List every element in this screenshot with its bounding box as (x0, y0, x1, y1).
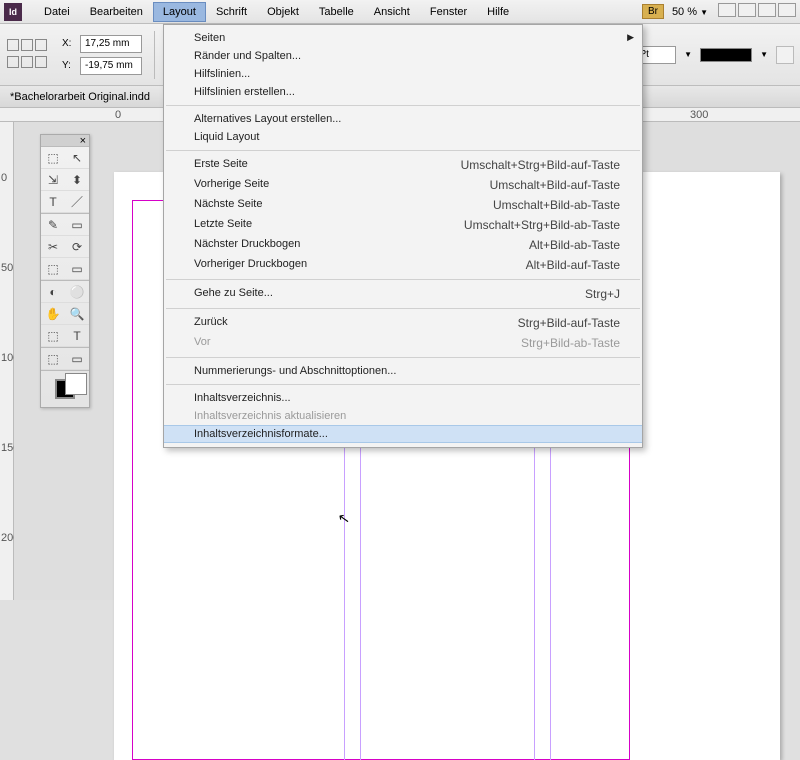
close-icon[interactable]: × (80, 135, 86, 147)
tool-button[interactable]: ▭ (65, 258, 89, 280)
menu-item[interactable]: Hilfslinien erstellen... (164, 83, 642, 101)
misc-icon[interactable] (776, 46, 794, 64)
x-label: X: (62, 38, 76, 49)
menu-item: Inhaltsverzeichnis aktualisieren (164, 407, 642, 425)
menu-item[interactable]: Ränder und Spalten... (164, 47, 642, 65)
menubar: Id DateiBearbeitenLayoutSchriftObjektTab… (0, 0, 800, 24)
x-input[interactable] (80, 35, 142, 53)
tool-button[interactable]: 🔍 (65, 303, 89, 325)
tool-button[interactable]: ⟳ (65, 236, 89, 258)
menu-item[interactable]: Inhaltsverzeichnis... (164, 389, 642, 407)
y-input[interactable] (80, 57, 142, 75)
menu-item[interactable]: Alternatives Layout erstellen... (164, 110, 642, 128)
stroke-style[interactable] (700, 48, 752, 62)
tool-button[interactable]: ✂ (41, 236, 65, 258)
menu-item[interactable]: Vorherige SeiteUmschalt+Bild-auf-Taste (164, 175, 642, 195)
tool-button[interactable]: ↖ (65, 147, 89, 169)
menu-schrift[interactable]: Schrift (206, 2, 257, 22)
tool-button[interactable]: ／ (65, 191, 89, 213)
reference-point[interactable] (6, 38, 48, 72)
menu-item[interactable]: Erste SeiteUmschalt+Strg+Bild-auf-Taste (164, 155, 642, 175)
menu-tabelle[interactable]: Tabelle (309, 2, 364, 22)
menu-hilfe[interactable]: Hilfe (477, 2, 519, 22)
toolbox-header[interactable]: × (41, 135, 89, 147)
menu-item[interactable]: Vorheriger DruckbogenAlt+Bild-auf-Taste (164, 255, 642, 275)
menu-item[interactable]: Gehe zu Seite...Strg+J (164, 284, 642, 304)
tool-button[interactable]: ▭ (65, 348, 89, 370)
tool-button[interactable]: ⬚ (41, 147, 65, 169)
menu-item[interactable]: Letzte SeiteUmschalt+Strg+Bild-ab-Taste (164, 215, 642, 235)
tool-button[interactable]: ⬍ (65, 169, 89, 191)
zoom-level[interactable]: 50 % ▼ (672, 6, 708, 18)
menu-bearbeiten[interactable]: Bearbeiten (80, 2, 153, 22)
workspace-icons[interactable] (716, 3, 796, 20)
menu-item[interactable]: Liquid Layout (164, 128, 642, 146)
bridge-chip[interactable]: Br (642, 4, 664, 19)
layout-menu-dropdown: Seiten▶Ränder und Spalten...Hilfslinien.… (163, 24, 643, 448)
tool-button[interactable]: T (41, 191, 65, 213)
y-label: Y: (62, 60, 76, 71)
menu-layout[interactable]: Layout (153, 2, 206, 22)
menu-item[interactable]: Inhaltsverzeichnisformate... (164, 425, 642, 443)
menu-item[interactable]: Nummerierungs- und Abschnittoptionen... (164, 362, 642, 380)
tool-button[interactable]: ⇲ (41, 169, 65, 191)
tool-button[interactable]: ▭ (65, 214, 89, 236)
tool-button[interactable]: ⚪ (65, 281, 89, 303)
menu-objekt[interactable]: Objekt (257, 2, 309, 22)
menu-item[interactable]: Nächste SeiteUmschalt+Bild-ab-Taste (164, 195, 642, 215)
tool-button[interactable]: T (65, 325, 89, 347)
menu-datei[interactable]: Datei (34, 2, 80, 22)
tool-button[interactable]: ⬚ (41, 325, 65, 347)
menu-item[interactable]: Nächster DruckbogenAlt+Bild-ab-Taste (164, 235, 642, 255)
menu-item[interactable]: Hilfslinien... (164, 65, 642, 83)
menu-item: VorStrg+Bild-ab-Taste (164, 333, 642, 353)
tool-button[interactable]: ◐ (41, 281, 65, 303)
toolbox: × ⬚↖⇲⬍T／✎▭✂⟳⬚▭◐⚪✋🔍⬚T⬚▭ (40, 134, 90, 408)
tool-button[interactable]: ⬚ (41, 348, 65, 370)
fill-stroke-swatch[interactable] (41, 371, 89, 407)
tool-button[interactable]: ✎ (41, 214, 65, 236)
app-icon: Id (4, 3, 22, 21)
menu-ansicht[interactable]: Ansicht (364, 2, 420, 22)
menu-fenster[interactable]: Fenster (420, 2, 477, 22)
ruler-vertical: 0 50 100 150 200 (0, 122, 14, 600)
tool-button[interactable]: ✋ (41, 303, 65, 325)
menu-item[interactable]: ZurückStrg+Bild-auf-Taste (164, 313, 642, 333)
menu-item[interactable]: Seiten▶ (164, 29, 642, 47)
tool-button[interactable]: ⬚ (41, 258, 65, 280)
